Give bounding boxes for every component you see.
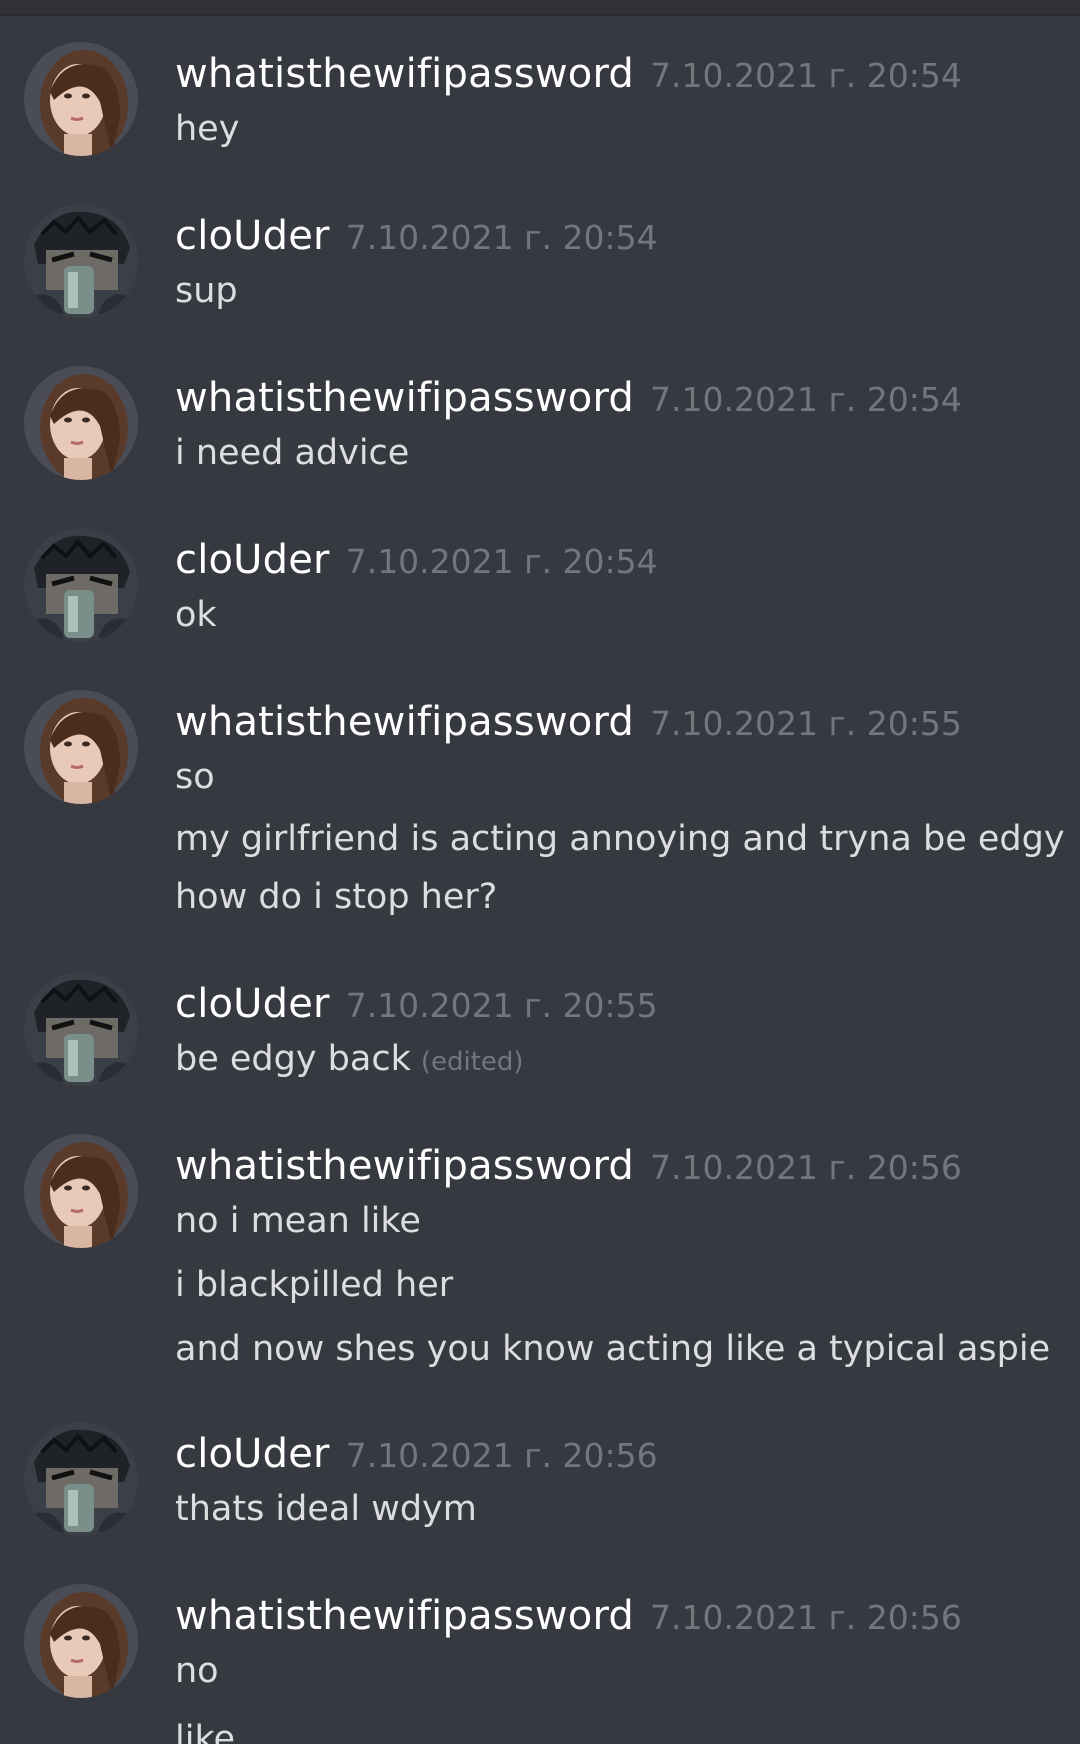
timestamp: 7.10.2021 г. 20:56	[650, 1148, 962, 1187]
message-group: whatisthewifipassword 7.10.2021 г. 20:56 …	[0, 1134, 1080, 1374]
message-text: and now shes you know acting like a typi…	[175, 1329, 1051, 1369]
message-group: cloUder 7.10.2021 г. 20:54 sup	[0, 204, 1080, 324]
anime-avatar-icon	[24, 972, 138, 1086]
username[interactable]: whatisthewifipassword	[175, 375, 634, 421]
message-header: whatisthewifipassword 7.10.2021 г. 20:55	[175, 694, 962, 750]
avatar[interactable]	[24, 1422, 138, 1536]
message-header: cloUder 7.10.2021 г. 20:54	[175, 208, 658, 264]
girl-avatar-icon	[24, 690, 138, 804]
avatar[interactable]	[24, 972, 138, 1086]
message-group: whatisthewifipassword 7.10.2021 г. 20:54 …	[0, 366, 1080, 486]
message-header: whatisthewifipassword 7.10.2021 г. 20:56	[175, 1138, 962, 1194]
edited-indicator: (edited)	[420, 1047, 524, 1077]
timestamp: 7.10.2021 г. 20:54	[345, 542, 658, 581]
anime-avatar-icon	[24, 204, 138, 318]
message-header: cloUder 7.10.2021 г. 20:55	[175, 976, 658, 1032]
avatar[interactable]	[24, 42, 138, 156]
avatar[interactable]	[24, 1584, 138, 1698]
message-group: whatisthewifipassword 7.10.2021 г. 20:55 …	[0, 690, 1080, 930]
message-text: so	[175, 757, 215, 797]
girl-avatar-icon	[24, 1134, 138, 1248]
timestamp: 7.10.2021 г. 20:55	[650, 704, 962, 743]
message-group: cloUder 7.10.2021 г. 20:54 ok	[0, 528, 1080, 648]
message-text: be edgy back (edited)	[175, 1034, 524, 1087]
anime-avatar-icon	[24, 528, 138, 642]
message-text: hey	[175, 109, 240, 149]
username[interactable]: whatisthewifipassword	[175, 699, 634, 745]
timestamp: 7.10.2021 г. 20:54	[650, 56, 962, 95]
message-header: cloUder 7.10.2021 г. 20:56	[175, 1426, 658, 1482]
timestamp: 7.10.2021 г. 20:54	[650, 380, 962, 419]
girl-avatar-icon	[24, 1584, 138, 1698]
avatar[interactable]	[24, 366, 138, 480]
username[interactable]: cloUder	[175, 1431, 330, 1477]
message-text: i blackpilled her	[175, 1265, 454, 1305]
message-text: i need advice	[175, 433, 410, 473]
message-header: whatisthewifipassword 7.10.2021 г. 20:54	[175, 370, 962, 426]
username[interactable]: cloUder	[175, 213, 330, 259]
message-text: my girlfriend is acting annoying and try…	[175, 819, 1065, 859]
message-text-content: be edgy back	[175, 1039, 411, 1079]
username[interactable]: whatisthewifipassword	[175, 1143, 634, 1189]
avatar[interactable]	[24, 690, 138, 804]
message-text: sup	[175, 271, 238, 311]
timestamp: 7.10.2021 г. 20:56	[650, 1598, 962, 1637]
message-list: whatisthewifipassword 7.10.2021 г. 20:54 …	[0, 0, 1080, 1744]
timestamp: 7.10.2021 г. 20:54	[345, 218, 658, 257]
avatar[interactable]	[24, 528, 138, 642]
anime-avatar-icon	[24, 1422, 138, 1536]
username[interactable]: whatisthewifipassword	[175, 51, 634, 97]
message-text: how do i stop her?	[175, 877, 498, 917]
girl-avatar-icon	[24, 366, 138, 480]
message-text: no	[175, 1651, 219, 1691]
message-text: thats ideal wdym	[175, 1489, 477, 1529]
username[interactable]: cloUder	[175, 537, 330, 583]
message-header: cloUder 7.10.2021 г. 20:54	[175, 532, 658, 588]
avatar[interactable]	[24, 204, 138, 318]
message-group: cloUder 7.10.2021 г. 20:55 be edgy back (e…	[0, 972, 1080, 1092]
message-header: whatisthewifipassword 7.10.2021 г. 20:54	[175, 46, 962, 102]
username[interactable]: cloUder	[175, 981, 330, 1027]
message-text: no i mean like	[175, 1201, 421, 1241]
timestamp: 7.10.2021 г. 20:55	[345, 986, 658, 1025]
girl-avatar-icon	[24, 42, 138, 156]
message-group: whatisthewifipassword 7.10.2021 г. 20:54 …	[0, 42, 1080, 162]
message-group: whatisthewifipassword 7.10.2021 г. 20:56 …	[0, 1584, 1080, 1744]
timestamp: 7.10.2021 г. 20:56	[345, 1436, 658, 1475]
avatar[interactable]	[24, 1134, 138, 1248]
message-group: cloUder 7.10.2021 г. 20:56 thats ideal wd…	[0, 1422, 1080, 1542]
message-text: ok	[175, 595, 217, 635]
message-text: like	[175, 1719, 236, 1744]
message-header: whatisthewifipassword 7.10.2021 г. 20:56	[175, 1588, 962, 1644]
username[interactable]: whatisthewifipassword	[175, 1593, 634, 1639]
